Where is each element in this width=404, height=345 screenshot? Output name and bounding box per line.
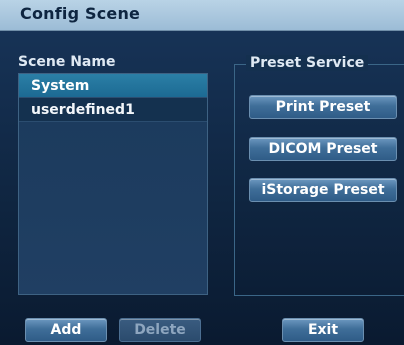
scene-item-userdefined1[interactable]: userdefined1: [19, 98, 207, 122]
dicom-preset-button[interactable]: DICOM Preset: [249, 137, 397, 161]
delete-button[interactable]: Delete: [119, 318, 201, 342]
title-bar: Config Scene: [0, 0, 404, 31]
config-scene-window: Config Scene Scene Name System userdefin…: [0, 0, 404, 345]
scene-item-system[interactable]: System: [19, 74, 207, 98]
window-title: Config Scene: [20, 4, 141, 23]
exit-button[interactable]: Exit: [282, 318, 364, 342]
preset-service-legend: Preset Service: [246, 55, 369, 71]
scene-list[interactable]: System userdefined1: [18, 73, 208, 295]
print-preset-button[interactable]: Print Preset: [249, 95, 397, 119]
add-button[interactable]: Add: [25, 318, 107, 342]
scene-name-label: Scene Name: [18, 54, 116, 70]
istorage-preset-button[interactable]: iStorage Preset: [249, 178, 397, 202]
